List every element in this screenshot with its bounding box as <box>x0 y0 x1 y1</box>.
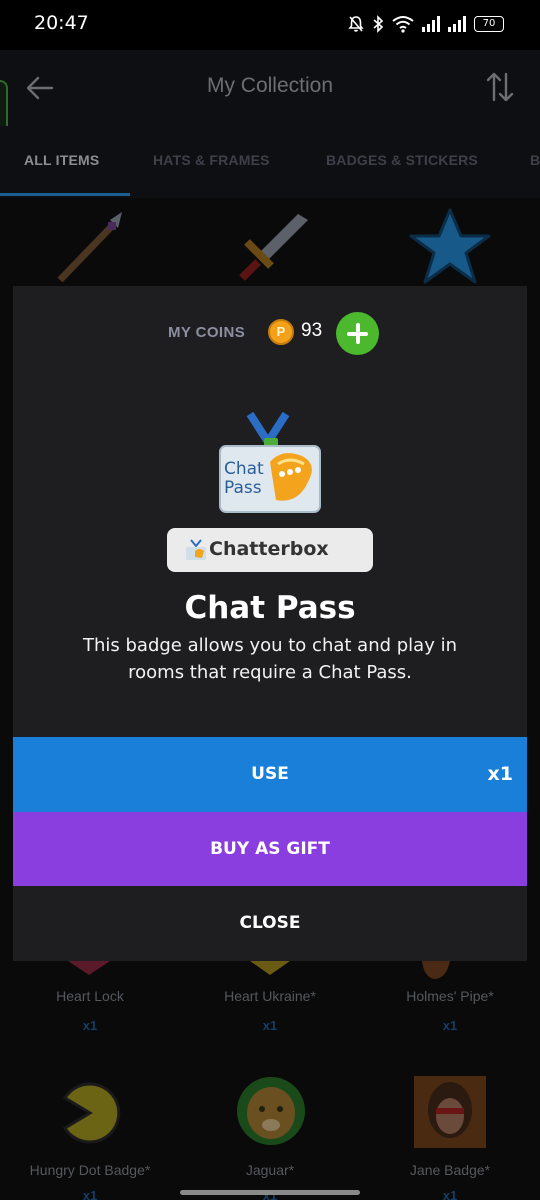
heart-lock-icon[interactable] <box>64 961 114 975</box>
battery-icon: 70 <box>474 16 504 32</box>
pipe-icon[interactable] <box>412 961 462 979</box>
tab-hats-frames[interactable]: HATS & FRAMES <box>153 152 270 168</box>
jaguar-icon[interactable] <box>235 1075 307 1147</box>
grid-item-label[interactable]: Hungry Dot Badge* <box>0 1162 180 1178</box>
badge-art-text: Chat <box>224 459 264 479</box>
close-button[interactable]: CLOSE <box>13 886 527 961</box>
star-icon[interactable] <box>405 206 495 286</box>
hungry-dot-icon[interactable] <box>55 1078 125 1148</box>
signal-icon <box>422 16 440 32</box>
sword-icon[interactable] <box>228 206 318 286</box>
coins-label: MY COINS <box>168 324 246 341</box>
coin-icon: P <box>268 319 294 345</box>
active-tab-indicator <box>0 193 130 196</box>
status-bar: 20:47 70 <box>0 0 540 50</box>
brand-chip: Chatterbox <box>167 528 373 572</box>
sort-icon[interactable] <box>484 70 516 104</box>
grid-item-label[interactable]: Heart Ukraine* <box>180 988 360 1004</box>
home-indicator[interactable] <box>180 1190 360 1195</box>
grid-item-label[interactable]: Jaguar* <box>180 1162 360 1178</box>
item-description: This badge allows you to chat and play i… <box>82 635 457 683</box>
wifi-icon <box>392 16 414 33</box>
grid-item-label[interactable]: Heart Lock <box>0 988 180 1004</box>
bluetooth-icon <box>373 15 384 33</box>
grid-item-qty: x1 <box>442 1188 458 1200</box>
use-button[interactable]: USE x1 <box>13 737 527 812</box>
tab-more[interactable]: B <box>530 152 540 168</box>
status-time: 20:47 <box>34 12 89 34</box>
grid-item-label[interactable]: Holmes' Pipe* <box>360 988 540 1004</box>
signal-icon <box>448 16 466 32</box>
page-title: My Collection <box>206 74 334 97</box>
grid-item-qty: x1 <box>82 1018 98 1033</box>
coins-row: MY COINS P 93 <box>13 312 527 356</box>
status-icons: 70 <box>348 14 504 34</box>
use-button-label: USE <box>251 764 289 784</box>
badge-art-text: Pass <box>224 478 262 498</box>
grid-item-label[interactable]: Jane Badge* <box>360 1162 540 1178</box>
jane-badge-icon[interactable] <box>412 1074 488 1150</box>
tab-badges-stickers[interactable]: BADGES & STICKERS <box>326 152 478 168</box>
use-quantity: x1 <box>487 763 513 785</box>
chat-pass-badge-icon: Chat Pass <box>219 412 321 513</box>
coin-count: 93 <box>301 320 323 341</box>
category-tabs: ALL ITEMS HATS & FRAMES BADGES & STICKER… <box>0 126 540 198</box>
app-header: My Collection <box>0 50 540 126</box>
bell-off-icon <box>348 16 364 32</box>
item-title: Chat Pass <box>184 590 356 626</box>
brand-name: Chatterbox <box>209 538 329 560</box>
close-button-label: CLOSE <box>239 913 301 933</box>
add-coins-button[interactable] <box>336 312 379 355</box>
item-dialog: MY COINS P 93 Chat Pass Chatterbox Chat … <box>13 286 527 961</box>
chat-pass-mini-icon <box>186 539 206 560</box>
buy-as-gift-label: BUY AS GIFT <box>210 839 330 859</box>
buy-as-gift-button[interactable]: BUY AS GIFT <box>13 812 527 886</box>
grid-item-qty: x1 <box>82 1188 98 1200</box>
grid-item-qty: x1 <box>262 1018 278 1033</box>
tab-all-items[interactable]: ALL ITEMS <box>24 152 99 168</box>
grid-item-qty: x1 <box>442 1018 458 1033</box>
heart-ukraine-icon[interactable] <box>246 961 294 975</box>
spear-icon[interactable] <box>50 206 140 286</box>
